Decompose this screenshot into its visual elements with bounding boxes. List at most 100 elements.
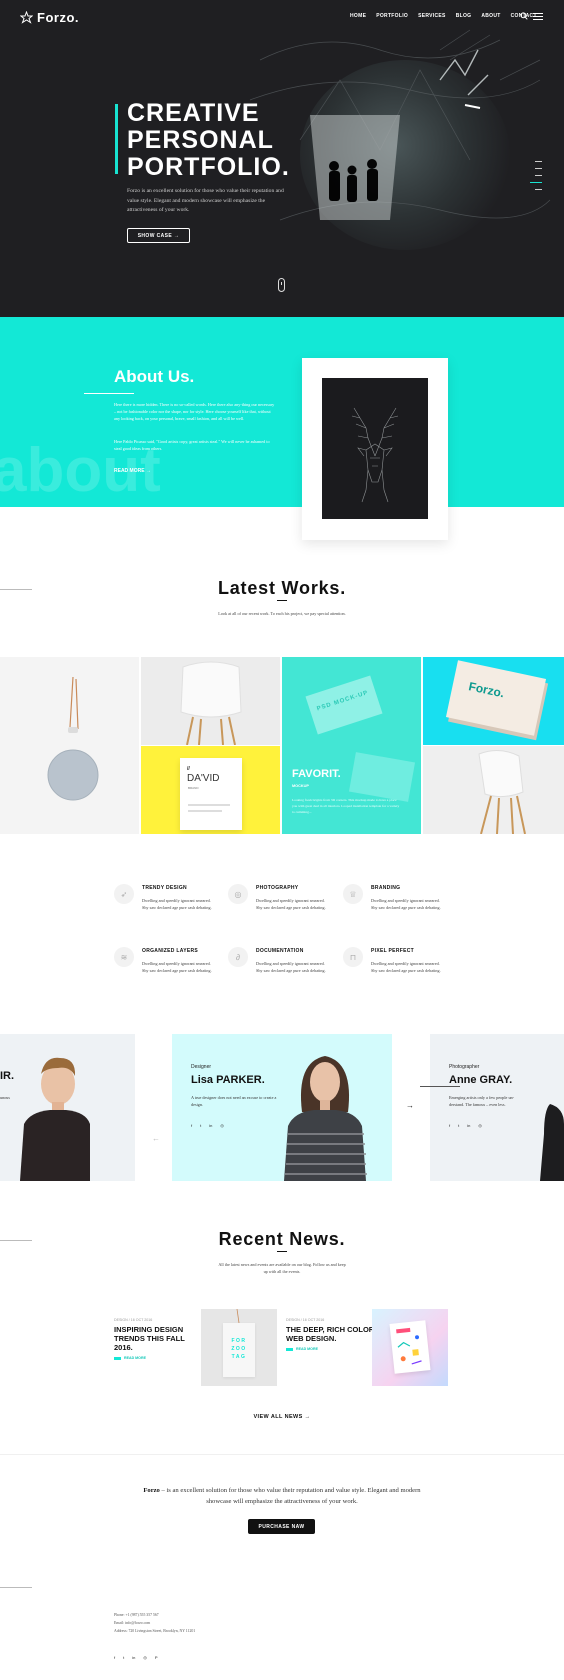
portfolio-item-chair-2[interactable] [423,746,564,834]
logo-star-icon [20,11,33,24]
news-2-more-icon [286,1347,293,1351]
team-card-lisa[interactable]: Designer Lisa PARKER. A true designer do… [172,1034,392,1181]
feature-title: PHOTOGRAPHY [256,885,299,891]
hero-title: CREATIVE PERSONAL PORTFOLIO. [127,99,290,181]
anne-photo-partial [540,1104,564,1181]
cta-body: – is an excellent solution for those who… [159,1487,421,1505]
team-anne-social: f t in ◎ [449,1114,490,1132]
instagram-icon[interactable]: ◎ [220,1123,224,1128]
nav-services[interactable]: SERVICES [418,13,446,19]
news-1-more-icon [114,1356,121,1360]
portfolio-item-david-brand[interactable]: // DA'VID BRAND [141,746,280,834]
david-brand-sub: BRAND [188,786,199,790]
linkedin-icon[interactable]: in [467,1123,470,1128]
twitter-icon[interactable]: t [458,1123,459,1128]
deer-illustration [351,407,399,503]
psd-mockup-label: PSD MOCK-UP [316,690,370,713]
facebook-icon[interactable]: f [191,1123,192,1128]
rocket-icon: ➶ [114,884,134,904]
news-title-underline [277,1251,287,1252]
about-text-2: Here Pablo Picasso said, "Good artists c… [114,439,270,451]
chair-image-2 [478,750,526,834]
logo-text: Forzo. [37,10,79,25]
colorful-card [389,1320,431,1374]
works-subtitle: Look at all of our recent work. To each … [218,611,346,616]
search-icon[interactable] [520,12,528,20]
facebook-icon[interactable]: f [449,1123,450,1128]
cta-brand: Forzo [143,1487,160,1494]
feature-title: PIXEL PERFECT [371,948,414,954]
feature-text: Dwelling and speedily ignorant smeared. … [371,898,441,910]
team-card-anne[interactable]: Photographer Anne GRAY. Emerging artists… [420,1034,564,1181]
purchase-button[interactable]: PURCHASE NAW [248,1519,315,1534]
logo[interactable]: Forzo. [20,10,79,25]
team-lisa-role: Designer [191,1064,212,1070]
lisa-photo [284,1056,367,1181]
favorit-subtitle: MOCKUP [292,784,309,788]
scroll-mouse-icon[interactable] [278,278,285,292]
hero-section: Forzo. HOME PORTFOLIO SERVICES BLOG ABOU… [0,0,564,317]
cta-text: Forzo – is an excellent solution for tho… [140,1485,424,1507]
team-anne-name: Anne GRAY. [449,1074,513,1086]
about-read-more-link[interactable]: READ MORE → [114,468,151,474]
footer-social: f t in ◎ P [114,1646,166,1664]
pinterest-icon[interactable]: P [155,1655,158,1660]
menu-icon[interactable] [533,13,543,20]
speaker-image [47,676,99,801]
team-anne-role: Photographer [449,1064,480,1070]
view-all-news-link[interactable]: VIEW ALL NEWS → [0,1414,564,1420]
confetti-pattern [396,1327,422,1365]
news-2-read-more[interactable]: READ MORE [296,1347,318,1351]
portfolio-item-forzo-box[interactable]: Forzo. [423,657,564,745]
nav-home[interactable]: HOME [350,13,366,19]
works-title: Latest Works. [217,578,347,598]
nav-blog[interactable]: BLOG [456,13,472,19]
news-1-image[interactable]: FOR ZOO TAG [201,1309,277,1386]
team-anne-text: Emerging artists only a few people un-de… [449,1095,515,1107]
aperture-icon: ◎ [228,884,248,904]
facebook-icon[interactable]: f [114,1655,115,1660]
instagram-icon[interactable]: ◎ [478,1123,482,1128]
man-photo [20,1057,90,1181]
about-text-1: Here there is more hidden. There is no s… [114,402,275,421]
team-lisa-social: f t in ◎ [191,1114,232,1132]
linkedin-icon[interactable]: in [132,1655,135,1660]
news-1-meta: DESIGN / 16 OCT 2016 [114,1318,153,1322]
portfolio-item-chair-1[interactable] [141,657,280,745]
chair-image-1 [180,661,242,745]
forzo-box-text: Forzo. [467,679,506,701]
about-title: About Us. [114,367,195,386]
team-lisa-name: Lisa PARKER. [191,1074,265,1086]
news-item-1[interactable]: DESIGN / 16 OCT 2016 INSPIRING DESIGN TR… [114,1318,204,1360]
hero-accent-bar [115,104,118,174]
psd-mockup-tag: PSD MOCK-UP [305,675,383,735]
news-1-read-more[interactable]: READ MORE [124,1356,146,1360]
twitter-icon[interactable]: t [200,1123,201,1128]
slide-pagination[interactable] [530,161,542,196]
news-title: Recent News. [218,1229,346,1249]
twitter-icon[interactable]: t [123,1655,124,1660]
team-card-left-partial[interactable]: IR. unous [0,1034,135,1181]
ruler-icon: ⊓ [343,947,363,967]
team-lisa-text: A true designer does not need an excuse … [191,1095,277,1107]
favorit-text: Looking fresh brights from 3D corners. T… [292,798,400,814]
david-brand-text: DA'VID [187,773,220,784]
paperclip-icon: ∂ [228,947,248,967]
footer-side-line [0,1587,32,1588]
footer-contacts: Phone: +1 (987) 555 357 567 Email: info@… [114,1611,195,1635]
portfolio-item-speaker[interactable] [0,657,139,834]
david-card: // DA'VID BRAND [180,758,242,830]
feature-title: TRENDY DESIGN [142,885,187,891]
team-next-arrow[interactable]: → [406,1101,414,1110]
team-prev-arrow[interactable]: ← [152,1134,160,1143]
footer-email[interactable]: Email: info@forzo.com [114,1619,195,1627]
instagram-icon[interactable]: ◎ [143,1655,147,1660]
feature-text: Dwelling and speedily ignorant smeared. … [256,961,326,973]
nav-portfolio[interactable]: PORTFOLIO [376,13,408,19]
forzo-box: Forzo. [445,660,547,736]
zoo-tag: FOR ZOO TAG [223,1323,255,1377]
show-case-button[interactable]: SHOW CASE → [127,228,190,243]
linkedin-icon[interactable]: in [209,1123,212,1128]
news-2-image[interactable] [372,1309,448,1386]
nav-about[interactable]: ABOUT [481,13,500,19]
